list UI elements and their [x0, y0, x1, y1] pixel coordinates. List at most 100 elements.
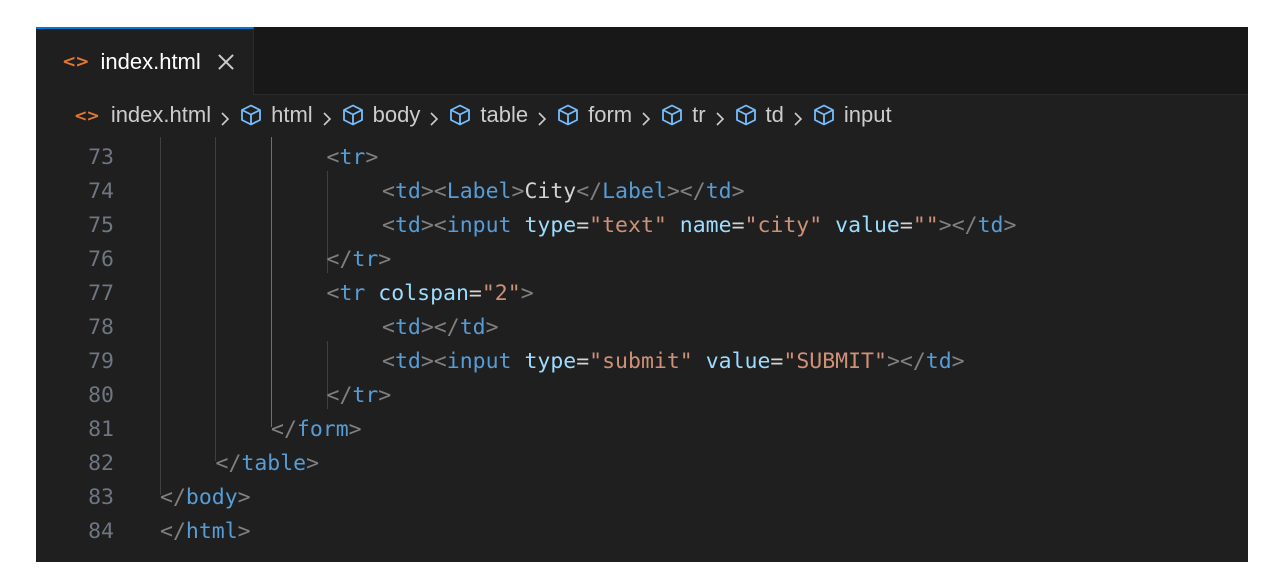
- code-token: >: [520, 281, 534, 306]
- breadcrumb-label: form: [588, 102, 633, 127]
- code-token: </: [899, 349, 926, 374]
- code-token: >: [348, 417, 362, 442]
- code-token: name: [679, 213, 732, 238]
- symbol-element-icon: [239, 103, 263, 127]
- code-token: </: [215, 451, 242, 476]
- chevron-right-icon: [322, 107, 332, 126]
- code-token: </: [271, 417, 297, 442]
- breadcrumb-item-tr[interactable]: tr: [660, 102, 706, 128]
- breadcrumb-item-file[interactable]: <> index.html: [74, 102, 211, 128]
- code-token: "text": [589, 213, 667, 238]
- code-token: >: [420, 349, 434, 374]
- code-text: </tr>: [327, 243, 392, 277]
- code-text: <td><input type="submit" value="SUBMIT">…: [382, 345, 965, 379]
- code-token: >: [1003, 213, 1017, 238]
- line-number: 84: [88, 519, 114, 544]
- code-token: >: [666, 179, 680, 204]
- code-token: body: [185, 485, 238, 510]
- line-number: 77: [88, 281, 114, 306]
- code-token: tr: [339, 145, 366, 170]
- symbol-element-icon: [660, 103, 684, 127]
- code-token: tr: [352, 383, 379, 408]
- code-line[interactable]: 83 </body>: [36, 481, 1248, 515]
- code-text: <td><input type="text" name="city" value…: [382, 209, 1016, 243]
- code-token: =: [731, 213, 745, 238]
- editor-window: <> index.html <> index.html html body tabl…: [36, 27, 1248, 562]
- code-token: html: [185, 519, 238, 544]
- code-token: td: [925, 349, 952, 374]
- code-token: "2": [481, 281, 521, 306]
- tab-index-html[interactable]: <> index.html: [36, 27, 254, 95]
- code-token: tr: [339, 281, 366, 306]
- line-number: 81: [88, 417, 114, 442]
- breadcrumb-item-form[interactable]: form: [556, 102, 632, 128]
- breadcrumb-item-td[interactable]: td: [734, 102, 784, 128]
- code-token: form: [296, 417, 349, 442]
- code-token: </: [326, 383, 353, 408]
- code-token: <: [382, 179, 395, 204]
- code-token: Label: [602, 179, 667, 204]
- tab-bar: <> index.html: [36, 27, 1248, 95]
- code-line[interactable]: 77 <tr colspan="2">: [36, 277, 1248, 311]
- symbol-element-icon: [448, 103, 472, 127]
- code-token: </: [326, 247, 353, 272]
- chevron-right-icon: [641, 107, 651, 126]
- tab-label: index.html: [100, 49, 201, 74]
- code-line[interactable]: 82 </table>: [36, 447, 1248, 481]
- breadcrumb-item-html[interactable]: html: [239, 102, 313, 128]
- line-number: 76: [88, 247, 114, 272]
- code-token: City: [524, 179, 577, 204]
- breadcrumb-file-label: index.html: [110, 102, 212, 127]
- line-number: 74: [88, 179, 114, 204]
- code-line[interactable]: 80 </tr>: [36, 379, 1248, 413]
- breadcrumb-label: td: [765, 102, 784, 127]
- code-token: >: [420, 213, 434, 238]
- code-text: </tr>: [327, 379, 392, 413]
- code-line[interactable]: 76 </tr>: [36, 243, 1248, 277]
- code-line[interactable]: 81 </form>: [36, 413, 1248, 447]
- code-text: <td></td>: [382, 311, 499, 345]
- code-line[interactable]: 74 <td><Label>City</Label></td>: [36, 175, 1248, 209]
- code-token: Label: [446, 179, 512, 204]
- line-number: 73: [88, 145, 114, 170]
- code-token: >: [237, 485, 251, 510]
- close-icon[interactable]: [217, 53, 235, 71]
- code-line[interactable]: 79 <td><input type="submit" value="SUBMIT…: [36, 345, 1248, 379]
- code-token: "city": [744, 213, 823, 238]
- symbol-element-icon: [341, 103, 365, 127]
- code-token: input: [446, 213, 512, 238]
- breadcrumb-item-input[interactable]: input: [812, 102, 892, 128]
- code-token: </: [951, 213, 978, 238]
- breadcrumb-label: body: [372, 102, 421, 127]
- code-token: td: [705, 179, 732, 204]
- code-token: <: [382, 315, 395, 340]
- code-editor[interactable]: 73 <tr> 74 <td><Label>City</Label></td> 75 <t…: [36, 137, 1248, 562]
- code-token: value: [835, 213, 900, 238]
- code-token: <: [326, 281, 340, 306]
- chevron-right-icon: [793, 107, 803, 126]
- symbol-element-icon: [556, 103, 580, 127]
- code-token: td: [394, 315, 421, 340]
- code-text: </form>: [271, 413, 362, 447]
- code-token: </: [576, 179, 603, 204]
- code-token: <: [433, 179, 447, 204]
- breadcrumb-item-table[interactable]: table: [448, 102, 528, 128]
- symbol-element-icon: [734, 103, 758, 127]
- code-token: >: [306, 451, 320, 476]
- line-number: 83: [88, 485, 114, 510]
- code-token: type: [524, 213, 577, 238]
- chevron-right-icon: [715, 107, 725, 126]
- code-line[interactable]: 73 <tr>: [36, 141, 1248, 175]
- code-token: >: [731, 179, 745, 204]
- chevron-right-icon: [220, 107, 230, 126]
- code-line[interactable]: 75 <td><input type="text" name="city" val…: [36, 209, 1248, 243]
- breadcrumb-label: table: [480, 102, 529, 127]
- code-line[interactable]: 84 </html>: [36, 515, 1248, 549]
- code-line[interactable]: 78 <td></td>: [36, 311, 1248, 345]
- code-token: td: [394, 349, 421, 374]
- breadcrumb-item-body[interactable]: body: [341, 102, 421, 128]
- code-token: >: [886, 349, 900, 374]
